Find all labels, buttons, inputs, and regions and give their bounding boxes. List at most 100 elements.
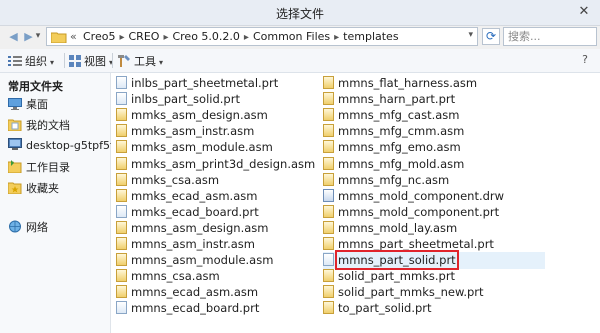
sidebar-item-favorites[interactable]: 收藏夹: [7, 180, 59, 197]
breadcrumb-item[interactable]: CREO: [129, 30, 160, 43]
part-file-icon: [116, 76, 127, 89]
file-item[interactable]: mmks_csa.asm: [116, 172, 219, 189]
file-name: mmks_asm_instr.asm: [131, 124, 255, 139]
file-item[interactable]: mmns_csa.asm: [116, 268, 220, 285]
sidebar-item-documents[interactable]: 我的文档: [7, 117, 70, 134]
part-file-icon: [323, 253, 334, 267]
file-item[interactable]: mmns_mfg_nc.asm: [323, 172, 449, 189]
assembly-file-icon: [323, 140, 334, 154]
file-item[interactable]: mmns_ecad_board.prt: [116, 300, 259, 317]
sidebar-item-label: 收藏夹: [26, 182, 59, 195]
toolbar-divider: [112, 53, 113, 68]
refresh-button[interactable]: ⟳: [482, 28, 500, 45]
organize-icon: [8, 55, 22, 70]
file-item[interactable]: mmks_asm_instr.asm: [116, 123, 254, 140]
file-name: mmns_mfg_cast.asm: [338, 108, 460, 123]
file-item[interactable]: mmns_asm_design.asm: [116, 220, 268, 237]
assembly-file-icon: [116, 237, 127, 250]
sidebar-item-label: 桌面: [26, 98, 48, 111]
close-icon[interactable]: ✕: [576, 4, 592, 20]
address-bar[interactable]: « Creo5 ▸ CREO ▸ Creo 5.0.2.0 ▸ Common Files ▸ t…: [46, 27, 478, 46]
documents-icon: [7, 118, 22, 134]
tools-button[interactable]: 工具 ▾: [117, 53, 163, 70]
assembly-file-icon: [323, 124, 334, 138]
help-icon[interactable]: ?: [582, 53, 588, 66]
file-item[interactable]: mmks_asm_print3d_design.asm: [116, 156, 315, 173]
desktop-icon: [8, 98, 22, 113]
chevron-right-icon[interactable]: ▸: [334, 32, 339, 43]
file-item[interactable]: mmks_ecad_asm.asm: [116, 188, 257, 205]
chevron-right-icon[interactable]: ▸: [244, 32, 249, 43]
computer-icon: [8, 138, 22, 154]
assembly-file-icon: [323, 220, 334, 234]
address-overflow[interactable]: «: [70, 30, 77, 43]
file-name: mmns_mold_component.drw: [338, 188, 505, 203]
network-icon: [8, 220, 22, 236]
file-item[interactable]: mmns_harn_part.prt: [323, 91, 455, 108]
tools-label: 工具: [134, 55, 156, 68]
file-item[interactable]: mmns_mfg_mold.asm: [323, 156, 464, 173]
file-item[interactable]: mmns_ecad_asm.asm: [116, 284, 258, 301]
file-item[interactable]: mmks_ecad_board.prt: [116, 204, 259, 221]
file-item[interactable]: mmns_mfg_cmm.asm: [323, 123, 464, 140]
sidebar-item-computer[interactable]: desktop-g5tpf5f: [8, 138, 114, 154]
file-item[interactable]: inlbs_part_solid.prt: [116, 91, 240, 108]
file-item[interactable]: solid_part_mmks.prt: [323, 268, 455, 285]
file-item[interactable]: inlbs_part_sheetmetal.prt: [116, 75, 278, 92]
chevron-right-icon[interactable]: ▸: [163, 32, 168, 43]
assembly-file-icon: [323, 285, 334, 299]
search-input[interactable]: 搜索...: [503, 27, 597, 46]
file-item[interactable]: mmks_asm_design.asm: [116, 107, 268, 124]
file-item[interactable]: mmks_asm_module.asm: [116, 139, 273, 156]
file-name: mmns_asm_instr.asm: [131, 237, 255, 251]
breadcrumb-item[interactable]: Creo 5.0.2.0: [172, 30, 239, 43]
history-dropdown-icon[interactable]: ▾: [33, 29, 43, 44]
file-name: inlbs_part_solid.prt: [131, 92, 240, 107]
sidebar-item-working-directory[interactable]: 工作目录: [7, 159, 70, 176]
file-name: mmns_part_solid.prt: [335, 250, 459, 271]
breadcrumb-item[interactable]: Creo5: [83, 30, 115, 43]
toolbar: 组织 ▾ 视图 ▾ 工具 ▾ ?: [0, 49, 600, 73]
file-name: mmns_ecad_board.prt: [131, 301, 260, 316]
file-name: mmns_harn_part.prt: [338, 92, 456, 107]
file-item[interactable]: mmns_mfg_cast.asm: [323, 107, 460, 124]
chevron-down-icon: ▾: [50, 58, 55, 67]
breadcrumb-item[interactable]: templates: [343, 30, 398, 43]
file-name: mmks_csa.asm: [131, 172, 220, 187]
assembly-file-icon: [116, 253, 127, 267]
address-dropdown-icon[interactable]: ▾: [468, 30, 473, 40]
file-item[interactable]: mmns_asm_module.asm: [116, 252, 273, 269]
breadcrumb: Creo5 ▸ CREO ▸ Creo 5.0.2.0 ▸ Common Files ▸ tem…: [83, 30, 399, 43]
file-item[interactable]: mmns_mold_component.drw: [323, 188, 504, 205]
title-bar: 选择文件 ✕: [0, 0, 600, 26]
toolbar-divider: [64, 53, 65, 68]
organize-button[interactable]: 组织 ▾: [8, 53, 54, 70]
file-item[interactable]: mmns_asm_instr.asm: [116, 236, 255, 253]
assembly-file-icon: [116, 108, 127, 122]
file-item[interactable]: mmns_part_sheetmetal.prt: [323, 236, 494, 253]
sidebar-item-desktop[interactable]: 桌面: [8, 96, 48, 113]
assembly-file-icon: [323, 76, 334, 89]
back-icon[interactable]: ◀: [6, 29, 21, 44]
file-name: mmns_asm_design.asm: [131, 220, 269, 235]
file-item[interactable]: mmns_mold_lay.asm: [323, 220, 457, 237]
file-list: inlbs_part_sheetmetal.prt inlbs_part_soli…: [111, 73, 600, 333]
assembly-file-icon: [116, 269, 127, 283]
chevron-right-icon[interactable]: ▸: [119, 32, 124, 43]
sidebar-item-network[interactable]: 网络: [8, 219, 48, 236]
assembly-file-icon: [323, 92, 334, 106]
file-name: mmks_ecad_board.prt: [131, 204, 259, 219]
file-name: mmns_mfg_mold.asm: [338, 156, 465, 171]
file-item[interactable]: mmns_mfg_emo.asm: [323, 139, 461, 156]
file-name: mmks_asm_print3d_design.asm: [131, 156, 316, 171]
file-item[interactable]: mmns_flat_harness.asm: [323, 75, 477, 92]
file-item[interactable]: mmns_mold_component.prt: [323, 204, 499, 221]
breadcrumb-item[interactable]: Common Files: [253, 30, 330, 43]
file-item[interactable]: to_part_solid.prt: [323, 300, 432, 317]
views-button[interactable]: 视图 ▾: [69, 53, 113, 70]
file-item[interactable]: mmns_part_solid.prt: [323, 250, 545, 271]
assembly-file-icon: [116, 124, 127, 138]
file-item[interactable]: solid_part_mmks_new.prt: [323, 284, 484, 301]
favorites-icon: [7, 181, 22, 197]
sidebar-item-label: desktop-g5tpf5f: [26, 139, 114, 152]
